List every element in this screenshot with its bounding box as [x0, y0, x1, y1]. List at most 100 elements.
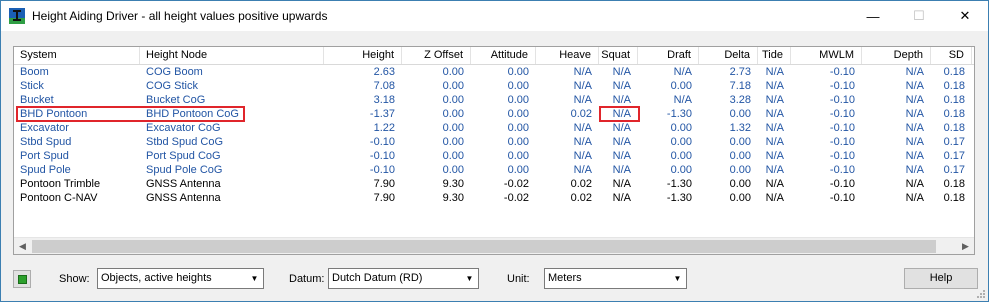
unit-value: Meters [548, 272, 582, 284]
cell-system: Excavator [20, 122, 69, 134]
close-button[interactable]: ✕ [942, 1, 988, 31]
cell-system: Port Spud [20, 150, 69, 162]
cell-height: -0.10 [369, 136, 395, 148]
maximize-button[interactable]: ☐ [896, 1, 942, 31]
cell-mwlm: -0.10 [829, 192, 855, 204]
datum-dropdown[interactable]: Dutch Datum (RD) ▼ [328, 268, 479, 289]
cell-draft: N/A [673, 94, 692, 106]
cell-tide: N/A [765, 192, 784, 204]
cell-height-node: Port Spud CoG [146, 150, 221, 162]
status-indicator-button[interactable] [13, 270, 31, 288]
table-row[interactable]: Boom COG Boom 2.63 0.00 0.00 N/A N/A N/A 2.73 N/A… [14, 65, 974, 79]
cell-squat: N/A [612, 94, 631, 106]
cell-z-offset: 0.00 [442, 108, 464, 120]
title-bar: Height Aiding Driver - all height values… [1, 1, 988, 31]
column-header-attitude[interactable]: Attitude [471, 47, 536, 64]
column-header-delta[interactable]: Delta [699, 47, 758, 64]
cell-delta: 3.28 [729, 94, 751, 106]
cell-draft: 0.00 [670, 136, 692, 148]
cell-height: 3.18 [373, 94, 395, 106]
table-row[interactable]: Stick COG Stick 7.08 0.00 0.00 N/A N/A 0.00 7.18… [14, 79, 974, 93]
cell-height-node: COG Boom [146, 66, 203, 78]
help-button[interactable]: Help [904, 268, 978, 289]
show-value: Objects, active heights [101, 272, 212, 284]
cell-z-offset: 0.00 [442, 80, 464, 92]
column-header-mwlm[interactable]: MWLM [791, 47, 862, 64]
cell-draft: -1.30 [666, 108, 692, 120]
cell-height: -0.10 [369, 150, 395, 162]
cell-height: 7.08 [373, 80, 395, 92]
column-header-depth[interactable]: Depth [862, 47, 931, 64]
cell-height-node: COG Stick [146, 80, 198, 92]
cell-attitude: 0.00 [507, 164, 529, 176]
cell-squat: N/A [612, 164, 631, 176]
cell-height: 7.90 [373, 192, 395, 204]
table-row[interactable]: Pontoon C-NAV GNSS Antenna 7.90 9.30 -0.02 0.… [14, 191, 974, 205]
table-row[interactable]: Stbd Spud Stbd Spud CoG -0.10 0.00 0.00 N/A N/… [14, 135, 974, 149]
close-icon: ✕ [959, 8, 971, 23]
cell-depth: N/A [905, 80, 924, 92]
cell-mwlm: -0.10 [829, 122, 855, 134]
table-row[interactable]: Pontoon Trimble GNSS Antenna 7.90 9.30 -0.02… [14, 177, 974, 191]
show-label: Show: [59, 273, 90, 285]
chevron-down-icon: ▼ [465, 274, 474, 283]
cell-sd: 0.18 [943, 66, 965, 78]
column-header-system[interactable]: System [14, 47, 140, 64]
cell-mwlm: -0.10 [829, 164, 855, 176]
cell-sd: 0.17 [943, 164, 965, 176]
row-highlight-box [16, 106, 245, 122]
column-header-squat[interactable]: Squat [599, 47, 638, 64]
cell-depth: N/A [905, 136, 924, 148]
table-row[interactable]: Excavator Excavator CoG 1.22 0.00 0.00 N/A N/A… [14, 121, 974, 135]
cell-mwlm: -0.10 [829, 94, 855, 106]
cell-sd: 0.18 [943, 122, 965, 134]
cell-delta: 7.18 [729, 80, 751, 92]
table-row[interactable]: Spud Pole Spud Pole CoG -0.10 0.00 0.00 N/A N/… [14, 163, 974, 177]
cell-tide: N/A [765, 94, 784, 106]
minimize-button[interactable]: — [850, 1, 896, 31]
cell-depth: N/A [905, 122, 924, 134]
scroll-left-icon[interactable]: ◀ [14, 238, 31, 254]
cell-depth: N/A [905, 164, 924, 176]
scroll-thumb[interactable] [32, 240, 936, 253]
cell-attitude: 0.00 [507, 122, 529, 134]
chevron-down-icon: ▼ [250, 274, 259, 283]
show-dropdown[interactable]: Objects, active heights ▼ [97, 268, 264, 289]
resize-grip-icon[interactable] [976, 289, 986, 299]
cell-tide: N/A [765, 80, 784, 92]
cell-depth: N/A [905, 94, 924, 106]
column-header-height[interactable]: Height [324, 47, 402, 64]
cell-height: -1.37 [369, 108, 395, 120]
column-header-height-node[interactable]: Height Node [140, 47, 324, 64]
column-header-draft[interactable]: Draft [638, 47, 699, 64]
table-row[interactable]: Port Spud Port Spud CoG -0.10 0.00 0.00 N/A N/… [14, 149, 974, 163]
unit-dropdown[interactable]: Meters ▼ [544, 268, 687, 289]
cell-system: Stick [20, 80, 44, 92]
cell-z-offset: 0.00 [442, 122, 464, 134]
scroll-right-icon[interactable]: ▶ [957, 238, 974, 254]
column-header-heave[interactable]: Heave [536, 47, 599, 64]
cell-attitude: 0.00 [507, 94, 529, 106]
cell-attitude: 0.00 [507, 66, 529, 78]
column-header-z-offset[interactable]: Z Offset [402, 47, 471, 64]
cell-mwlm: -0.10 [829, 108, 855, 120]
cell-height: -0.10 [369, 164, 395, 176]
unit-label: Unit: [507, 273, 530, 285]
cell-z-offset: 0.00 [442, 136, 464, 148]
horizontal-scrollbar[interactable]: ◀ ▶ [14, 237, 974, 254]
cell-heave: N/A [573, 150, 592, 162]
cell-heave: N/A [573, 66, 592, 78]
cell-z-offset: 0.00 [442, 94, 464, 106]
column-header-sd[interactable]: SD [931, 47, 972, 64]
column-header-tide[interactable]: Tide [758, 47, 791, 64]
cell-heave: N/A [573, 136, 592, 148]
cell-heave: N/A [573, 122, 592, 134]
cell-sd: 0.18 [943, 192, 965, 204]
cell-z-offset: 9.30 [442, 178, 464, 190]
cell-system: Pontoon Trimble [20, 178, 101, 190]
cell-sd: 0.18 [943, 178, 965, 190]
table-row[interactable]: Bucket Bucket CoG 3.18 0.00 0.00 N/A N/A N/A 3.2… [14, 93, 974, 107]
cell-height: 1.22 [373, 122, 395, 134]
cell-depth: N/A [905, 66, 924, 78]
height-list-view[interactable]: System Height Node Height Z Offset Attitude H… [13, 46, 975, 255]
